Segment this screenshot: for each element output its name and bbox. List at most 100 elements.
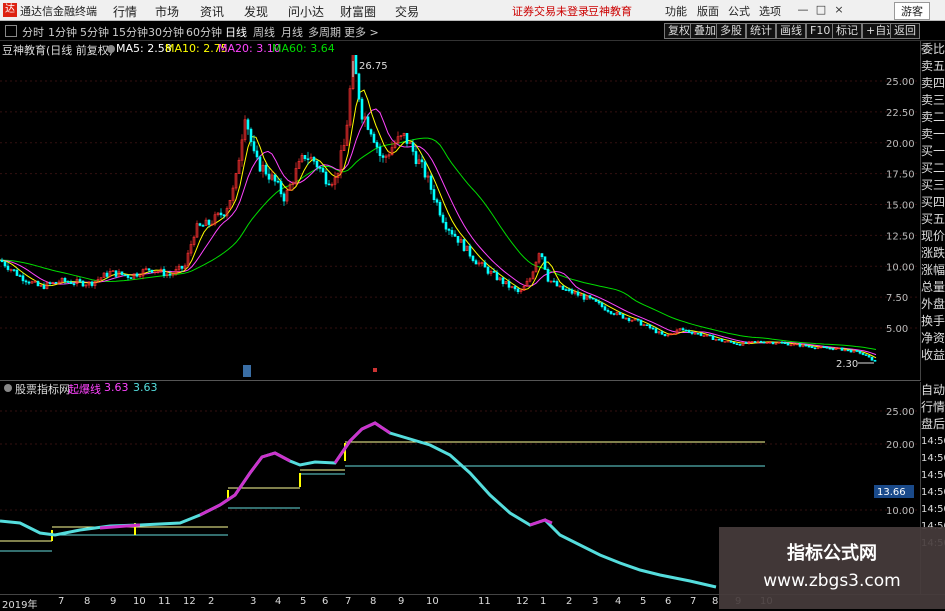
period-tab-0[interactable]: 分时	[22, 24, 44, 40]
candle-body	[687, 330, 691, 333]
candle-body	[564, 289, 568, 291]
period-tab-8[interactable]: 月线	[281, 24, 303, 40]
candle-body	[372, 133, 376, 143]
candle-body	[423, 161, 427, 178]
menu-item-trade[interactable]: 交易	[395, 3, 419, 20]
quote-panel-item[interactable]: 卖四	[921, 75, 945, 92]
menu-item-news[interactable]: 资讯	[200, 3, 224, 20]
candle-body	[273, 174, 277, 182]
time-panel-item[interactable]: 14:50	[921, 450, 945, 467]
candle-body	[639, 319, 643, 326]
quote-panel-item[interactable]: 外盘	[921, 296, 945, 313]
candle-body	[12, 269, 16, 271]
candle-body	[366, 116, 370, 130]
quote-panel-item[interactable]: 买三	[921, 177, 945, 194]
quote-panel-item[interactable]: 卖一	[921, 126, 945, 143]
login-notice[interactable]: 证券交易未登录	[512, 3, 589, 19]
x-axis-label: 2	[566, 596, 573, 607]
toolbar-button-6[interactable]: 标记	[832, 23, 862, 39]
menu-item-ask[interactable]: 问小达	[288, 3, 324, 20]
menu-item-options[interactable]: 选项	[759, 3, 781, 19]
time-panel-item[interactable]: 14:50	[921, 433, 945, 450]
quote-panel-item[interactable]: 总量	[921, 279, 945, 296]
candle-body	[414, 151, 418, 165]
toolbar-button-2[interactable]: 多股	[716, 23, 746, 39]
x-axis-label: 8	[370, 596, 377, 607]
x-axis-label: 6	[665, 596, 672, 607]
candle-body	[222, 214, 226, 217]
candle-body	[729, 340, 733, 343]
toolbar-button-4[interactable]: 画线	[776, 23, 806, 39]
period-tab-9[interactable]: 多周期	[308, 24, 341, 40]
quote-panel-item[interactable]: 净资	[921, 330, 945, 347]
quote-panel-item[interactable]: 换手	[921, 313, 945, 330]
time-panel-item[interactable]: 14:50	[921, 501, 945, 518]
minimize-icon[interactable]: —	[794, 2, 812, 17]
time-panel-item[interactable]: 14:50	[921, 484, 945, 501]
quote-panel-item[interactable]: 卖二	[921, 109, 945, 126]
candle-body	[495, 271, 499, 281]
menu-item-quotes[interactable]: 行情	[113, 3, 137, 20]
period-tab-7[interactable]: 周线	[253, 24, 275, 40]
period-tab-2[interactable]: 5分钟	[80, 24, 109, 40]
toolbar-menu-icon[interactable]	[5, 25, 17, 37]
candle-body	[507, 281, 511, 288]
event-dot-icon[interactable]	[373, 368, 377, 372]
quote-panel-item[interactable]: 涨跌	[921, 245, 945, 262]
y-tick-label: 7.50	[886, 293, 908, 304]
toolbar-button-3[interactable]: 统计	[746, 23, 776, 39]
candle-body	[543, 256, 547, 270]
indicator-settings-icon[interactable]	[107, 45, 115, 53]
sub-indicator-settings-icon[interactable]	[4, 384, 12, 392]
candle-body	[66, 281, 70, 283]
quote-panel-item[interactable]: 涨幅	[921, 262, 945, 279]
quote-panel-item[interactable]: 买一	[921, 143, 945, 160]
candle-body	[252, 141, 256, 152]
candle-body	[42, 284, 46, 289]
toolbar-button-5[interactable]: F10	[806, 23, 835, 39]
time-panel-item[interactable]: 盘后	[921, 416, 945, 433]
quote-panel-item[interactable]: 委比	[921, 41, 945, 58]
period-tab-3[interactable]: 15分钟	[112, 24, 148, 40]
period-tab-4[interactable]: 30分钟	[148, 24, 184, 40]
menu-item-discover[interactable]: 发现	[244, 3, 268, 20]
candle-body	[711, 335, 715, 340]
candle-body	[105, 272, 109, 277]
time-panel-item[interactable]: 行情	[921, 399, 945, 416]
quote-panel-item[interactable]: 现价	[921, 228, 945, 245]
quote-panel-item[interactable]: 买四	[921, 194, 945, 211]
main-price-chart: 26.75 2.30 25.00 22.50 20.00 17.50 15.00 12.5…	[0, 55, 918, 377]
quote-panel-item[interactable]: 收益	[921, 347, 945, 364]
watermark-url: www.zbgs3.com	[763, 571, 901, 591]
sub-y-tick-label: 20.00	[886, 440, 915, 451]
candle-body	[867, 355, 871, 358]
x-axis-label: 7	[58, 596, 65, 607]
maximize-icon[interactable]: □	[812, 2, 830, 17]
candle-body	[450, 230, 454, 235]
candle-body	[732, 341, 736, 344]
candle-body	[441, 214, 445, 223]
sub-y-tick-label: 25.00	[886, 407, 915, 418]
guest-button[interactable]: 游客	[894, 2, 930, 20]
period-tab-1[interactable]: 1分钟	[48, 24, 77, 40]
menu-item-wealth[interactable]: 财富圈	[340, 3, 376, 20]
time-panel-item[interactable]: 自动	[921, 382, 945, 399]
close-icon[interactable]: ×	[830, 2, 848, 17]
time-panel-item[interactable]: 14:50	[921, 467, 945, 484]
quote-panel-item[interactable]: 买二	[921, 160, 945, 177]
menu-item-formula[interactable]: 公式	[728, 3, 750, 19]
event-marker-icon[interactable]	[243, 365, 251, 377]
candle-body	[381, 155, 385, 158]
menu-item-market[interactable]: 市场	[155, 3, 179, 20]
candle-body	[591, 297, 595, 300]
period-tab-5[interactable]: 60分钟	[186, 24, 222, 40]
quote-panel-item[interactable]: 卖五	[921, 58, 945, 75]
period-tab-10[interactable]: 更多 >	[344, 24, 379, 40]
candle-body	[783, 342, 787, 344]
toolbar-button-8[interactable]: 返回	[890, 23, 920, 39]
menu-item-function[interactable]: 功能	[665, 3, 687, 19]
menu-item-layout[interactable]: 版面	[697, 3, 719, 19]
quote-panel-item[interactable]: 卖三	[921, 92, 945, 109]
period-tab-6[interactable]: 日线	[225, 24, 247, 40]
quote-panel-item[interactable]: 买五	[921, 211, 945, 228]
